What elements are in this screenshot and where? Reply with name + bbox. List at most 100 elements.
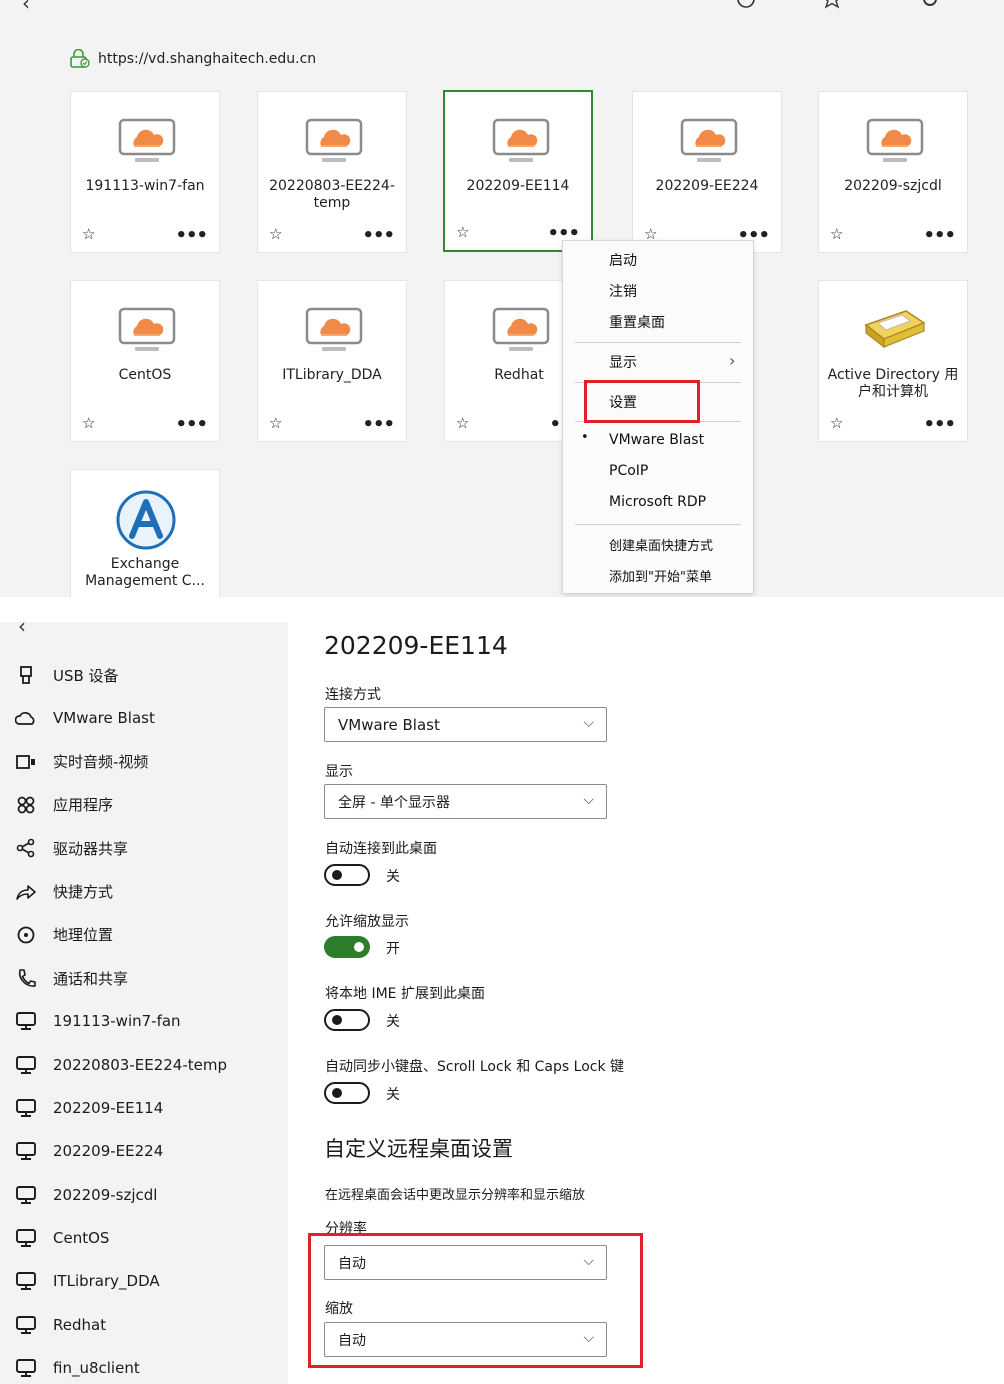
menu-item-add-to-start[interactable]: 添加到"开始"菜单 <box>609 566 712 585</box>
sidebar-item[interactable]: VMware Blast <box>14 706 155 730</box>
sidebar-item-label: 实时音频-视频 <box>53 753 149 772</box>
favorite-star-icon[interactable]: ☆ <box>82 227 95 242</box>
allow-scaling-toggle[interactable] <box>324 936 370 958</box>
connection-select[interactable]: VMware Blast ⌵ <box>324 707 607 742</box>
sidebar-item-label: 驱动器共享 <box>53 839 129 858</box>
usb-icon <box>14 665 38 685</box>
favorite-star-icon[interactable]: ☆ <box>830 416 843 431</box>
sidebar-item-label: 地理位置 <box>53 926 114 945</box>
sidebar-item[interactable]: 202209-szjcdl <box>14 1183 157 1207</box>
address-book-icon <box>858 303 930 355</box>
auto-connect-toggle[interactable] <box>324 864 370 886</box>
desktop-tile[interactable]: 191113-win7-fan ☆ ••• <box>70 91 220 253</box>
desktop-icon <box>14 1228 38 1248</box>
sidebar-item[interactable]: 202209-EE224 <box>14 1139 163 1163</box>
back-icon[interactable]: ‹ <box>18 614 26 638</box>
sidebar-item-label: Redhat <box>53 1315 107 1334</box>
sidebar-item-label: 202209-EE224 <box>53 1142 164 1161</box>
sidebar-item-label: VMware Blast <box>53 709 155 728</box>
more-options-icon[interactable]: ••• <box>923 414 956 435</box>
webcam-icon <box>14 752 38 772</box>
desktop-cloud-icon <box>866 118 924 168</box>
more-options-icon[interactable]: ••• <box>362 225 395 246</box>
gear-icon[interactable] <box>920 0 940 13</box>
more-options-icon[interactable]: ••• <box>175 414 208 435</box>
keyboard-sync-state: 关 <box>386 1087 400 1103</box>
favorite-star-icon[interactable]: ☆ <box>830 227 843 242</box>
connection-label: 连接方式 <box>325 687 381 703</box>
location-icon <box>14 925 38 945</box>
chevron-right-icon: › <box>729 351 736 370</box>
sidebar-item[interactable]: CentOS <box>14 1226 109 1250</box>
sidebar-item[interactable]: Redhat <box>14 1313 106 1337</box>
menu-item-protocol-pcoip[interactable]: PCoIP <box>609 463 648 479</box>
chevron-down-icon: ⌵ <box>583 792 594 808</box>
sidebar-item[interactable]: 191113-win7-fan <box>14 1009 181 1033</box>
sidebar-item-label: 191113-win7-fan <box>53 1012 181 1031</box>
star-icon[interactable] <box>822 0 842 13</box>
keyboard-sync-label: 自动同步小键盘、Scroll Lock 和 Caps Lock 键 <box>325 1059 625 1075</box>
sidebar-item-label: USB 设备 <box>53 666 119 685</box>
favorite-star-icon[interactable]: ☆ <box>269 416 282 431</box>
menu-item-launch[interactable]: 启动 <box>609 250 637 270</box>
desktop-tile[interactable]: Exchange Management C... <box>70 469 220 597</box>
sidebar-item[interactable]: ITLibrary_DDA <box>14 1269 160 1293</box>
desktop-cloud-icon <box>305 118 363 168</box>
sidebar-item[interactable]: 202209-EE114 <box>14 1096 163 1120</box>
desktop-tile[interactable]: 202209-szjcdl ☆ ••• <box>818 91 968 253</box>
tile-name: CentOS <box>118 367 172 383</box>
connection-value: VMware Blast <box>338 715 440 734</box>
settings-highlight-box <box>584 380 700 423</box>
desktop-tile[interactable]: 202209-EE114 ☆ ••• <box>443 90 593 252</box>
desktop-tile[interactable]: ITLibrary_DDA ☆ ••• <box>257 280 407 442</box>
sidebar-item[interactable]: 20220803-EE224-temp <box>14 1053 227 1077</box>
desktop-tile[interactable]: CentOS ☆ ••• <box>70 280 220 442</box>
sidebar-item[interactable]: 应用程序 <box>14 793 113 817</box>
sidebar-item[interactable]: USB 设备 <box>14 663 119 687</box>
auto-connect-label: 自动连接到此桌面 <box>325 841 437 857</box>
display-label: 显示 <box>325 764 353 780</box>
favorite-star-icon[interactable]: ☆ <box>456 416 469 431</box>
custom-settings-heading: 自定义远程桌面设置 <box>324 1137 513 1161</box>
clock-icon[interactable] <box>736 0 756 13</box>
more-options-icon[interactable]: ••• <box>362 414 395 435</box>
menu-item-protocol-blast[interactable]: VMware Blast <box>609 432 704 448</box>
display-select[interactable]: 全屏 - 单个显示器 ⌵ <box>324 784 607 819</box>
sidebar-item[interactable]: 驱动器共享 <box>14 836 128 860</box>
desktop-icon <box>14 1011 38 1031</box>
apps-icon <box>14 795 38 815</box>
menu-item-create-shortcut[interactable]: 创建桌面快捷方式 <box>609 535 713 554</box>
ime-toggle[interactable] <box>324 1009 370 1031</box>
more-options-icon[interactable]: ••• <box>175 225 208 246</box>
menu-item-display[interactable]: 显示 <box>609 352 637 372</box>
custom-settings-description: 在远程桌面会话中更改显示分辨率和显示缩放 <box>325 1188 586 1203</box>
menu-divider <box>575 342 741 343</box>
desktop-tile[interactable]: 20220803-EE224-temp ☆ ••• <box>257 91 407 253</box>
favorite-star-icon[interactable]: ☆ <box>456 225 469 240</box>
favorite-star-icon[interactable]: ☆ <box>82 416 95 431</box>
desktop-tile[interactable]: 202209-EE224 ☆ ••• <box>632 91 782 253</box>
keyboard-sync-toggle[interactable] <box>324 1082 370 1104</box>
favorite-star-icon[interactable]: ☆ <box>269 227 282 242</box>
menu-item-protocol-rdp[interactable]: Microsoft RDP <box>609 494 706 510</box>
more-options-icon[interactable]: ••• <box>923 225 956 246</box>
phone-icon <box>14 968 38 988</box>
desktop-icon <box>14 1315 38 1335</box>
sidebar-item[interactable]: 实时音频-视频 <box>14 750 148 774</box>
selected-bullet-icon: • <box>581 430 589 445</box>
menu-divider <box>575 524 741 525</box>
sidebar-item[interactable]: 快捷方式 <box>14 880 113 904</box>
auto-connect-state: 关 <box>386 869 400 885</box>
desktop-launcher-panel: ‹ https://vd.shanghaitech.edu.cn 191113-… <box>0 0 1004 597</box>
sidebar-item[interactable]: 地理位置 <box>14 923 113 947</box>
sidebar-item[interactable]: fin_u8client <box>14 1356 140 1380</box>
desktop-tile[interactable]: Active Directory 用户和计算机 ☆ ••• <box>818 280 968 442</box>
sidebar-item[interactable]: 通话和共享 <box>14 966 128 990</box>
back-icon[interactable]: ‹ <box>22 0 30 15</box>
desktop-icon <box>14 1141 38 1161</box>
menu-item-logoff[interactable]: 注销 <box>609 281 637 301</box>
chevron-down-icon: ⌵ <box>583 715 594 731</box>
tile-name: 202209-EE224 <box>655 178 759 194</box>
menu-item-reset-desktop[interactable]: 重置桌面 <box>609 312 665 332</box>
tile-name: 20220803-EE224-temp <box>269 178 395 211</box>
